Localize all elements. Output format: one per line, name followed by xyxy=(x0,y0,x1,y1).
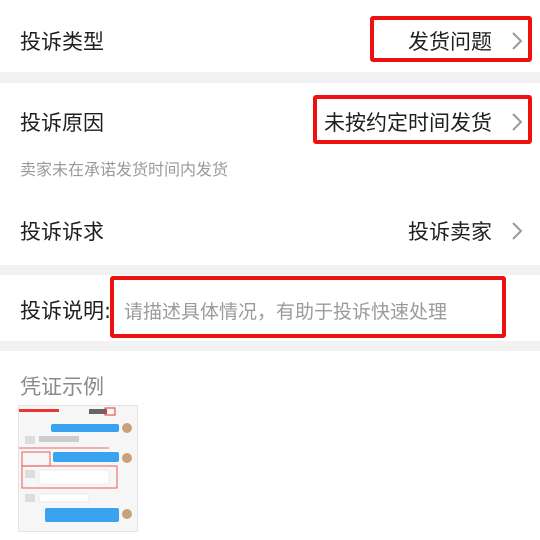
complaint-demand-label: 投诉诉求 xyxy=(20,220,104,244)
evidence-sample-image[interactable] xyxy=(18,405,138,532)
highlight-box-type xyxy=(370,16,532,62)
highlight-box-reason xyxy=(313,95,532,144)
highlight-box-description xyxy=(110,276,506,338)
complaint-type-label: 投诉类型 xyxy=(20,30,104,54)
evidence-title: 凭证示例 xyxy=(20,375,104,399)
complaint-reason-label: 投诉原因 xyxy=(20,111,104,135)
complaint-demand-row[interactable]: 投诉诉求 投诉卖家 xyxy=(0,188,540,265)
chat-screenshot-thumbnail xyxy=(19,406,137,531)
chevron-right-icon xyxy=(512,222,523,240)
complaint-reason-hint: 卖家未在承诺发货时间内发货 xyxy=(20,160,229,179)
complaint-description-label: 投诉说明: xyxy=(20,299,112,323)
complaint-demand-value[interactable]: 投诉卖家 xyxy=(408,216,492,246)
